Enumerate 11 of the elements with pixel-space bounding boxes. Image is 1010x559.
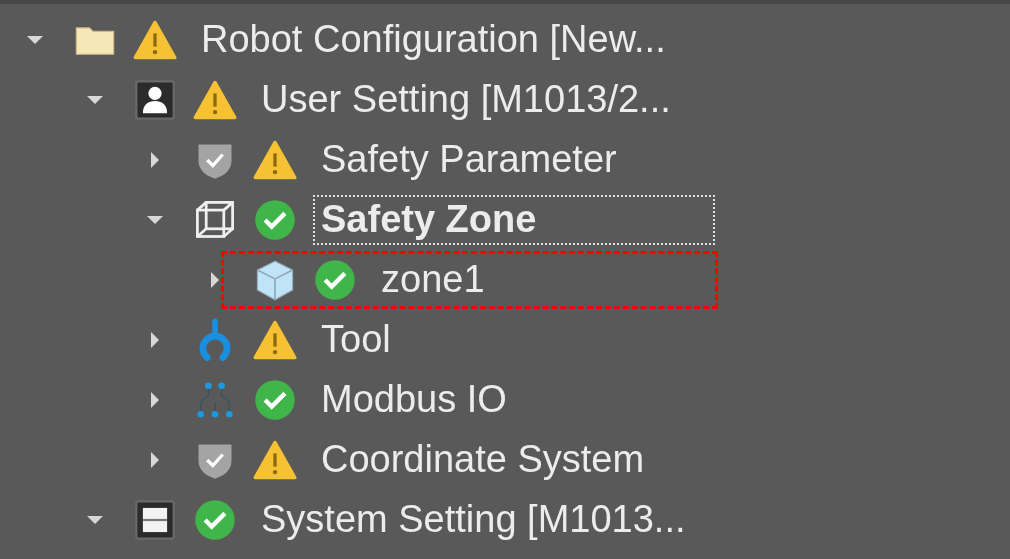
user-icon <box>133 78 177 122</box>
tree-item-label[interactable]: Robot Configuration [New... <box>193 15 715 65</box>
tree-item-label[interactable]: zone1 <box>373 255 715 305</box>
tree-item-label[interactable]: Modbus IO <box>313 375 715 425</box>
tree-item-label[interactable]: Safety Parameter <box>313 135 715 185</box>
panel-icon <box>133 498 177 542</box>
tree-item-label[interactable]: Safety Zone <box>313 195 715 245</box>
tree-item-label[interactable]: User Setting [M1013/2... <box>253 75 715 125</box>
tree-item-label[interactable]: Tool <box>313 315 715 365</box>
tree-item-label[interactable]: Coordinate System <box>313 435 715 485</box>
tree-item-label[interactable]: System Setting [M1013... <box>253 495 715 545</box>
